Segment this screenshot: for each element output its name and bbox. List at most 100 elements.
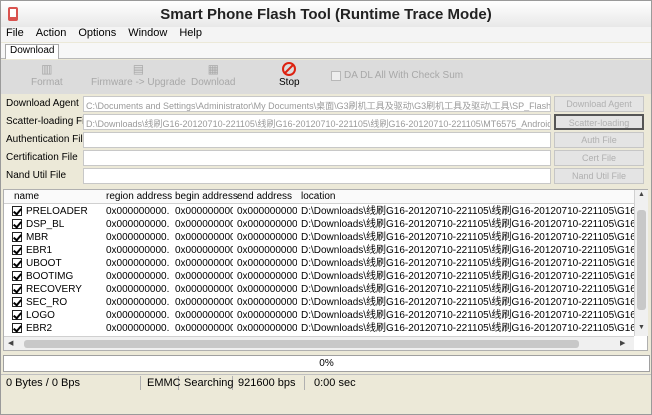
cell-begin-address: 0x000000000... (175, 310, 233, 321)
download-agent-button[interactable]: Download Agent (554, 96, 644, 112)
cell-end-address: 0x000000000... (237, 206, 297, 217)
download-agent-label: Download Agent (6, 98, 79, 109)
table-header: name region address begin address end ad… (4, 190, 634, 204)
stop-button[interactable]: Stop (279, 62, 300, 88)
table-row[interactable]: EBR1 0x000000000... 0x000000000... 0x000000… (4, 244, 634, 257)
row-checkbox[interactable] (12, 219, 22, 229)
cell-location: D:\Downloads\线刷G16-20120710-221105\线刷G16… (301, 232, 634, 243)
vertical-scroll-thumb[interactable] (637, 210, 646, 310)
cell-location: D:\Downloads\线刷G16-20120710-221105\线刷G16… (301, 206, 634, 217)
cell-location: D:\Downloads\线刷G16-20120710-221105\线刷G16… (301, 219, 634, 230)
nand-util-label: Nand Util File (6, 170, 67, 181)
table-row[interactable]: EBR2 0x000000000... 0x000000000... 0x000000… (4, 322, 634, 335)
row-checkbox[interactable] (12, 245, 22, 255)
cell-region-address: 0x000000000... (106, 206, 170, 217)
col-begin-address[interactable]: begin address (175, 191, 238, 202)
cell-end-address: 0x000000000... (237, 219, 297, 230)
horizontal-scrollbar[interactable]: ◀ ▶ (4, 336, 634, 350)
auth-file-input[interactable] (83, 132, 551, 148)
row-checkbox[interactable] (12, 232, 22, 242)
cell-begin-address: 0x000000000... (175, 271, 233, 282)
cell-name: DSP_BL (26, 219, 65, 230)
cell-region-address: 0x000000000... (106, 271, 170, 282)
toolbar: ▥ Format ▤ Firmware -> Upgrade ▦ Downloa… (1, 60, 651, 94)
cell-name: MBR (26, 232, 49, 243)
scroll-right-icon[interactable]: ▶ (620, 339, 625, 347)
table-row[interactable]: SEC_RO 0x000000000... 0x000000000... 0x0000… (4, 296, 634, 309)
table-row[interactable]: UBOOT 0x000000000... 0x000000000... 0x00000… (4, 257, 634, 270)
cell-begin-address: 0x000000000... (175, 219, 233, 230)
status-bar: 0 Bytes / 0 Bps EMMC Searching 921600 bp… (1, 374, 651, 390)
nand-util-input[interactable] (83, 168, 551, 184)
scroll-up-icon[interactable]: ▲ (638, 191, 645, 198)
row-checkbox[interactable] (12, 206, 22, 216)
cell-region-address: 0x000000000... (106, 323, 170, 334)
scroll-left-icon[interactable]: ◀ (8, 339, 13, 347)
download-button[interactable]: ▦ Download (191, 62, 235, 88)
cell-location: D:\Downloads\线刷G16-20120710-221105\线刷G16… (301, 271, 634, 282)
cell-name: BOOTIMG (26, 271, 74, 282)
table-row[interactable]: PRELOADER 0x000000000... 0x000000000... 0x0… (4, 205, 634, 218)
title-bar: Smart Phone Flash Tool (Runtime Trace Mo… (1, 1, 651, 27)
cert-file-input[interactable] (83, 150, 551, 166)
status-bytes: 0 Bytes / 0 Bps (3, 376, 141, 390)
nand-util-button[interactable]: Nand Util File (554, 168, 644, 184)
cell-begin-address: 0x000000000... (175, 232, 233, 243)
cell-location: D:\Downloads\线刷G16-20120710-221105\线刷G16… (301, 258, 634, 269)
menu-window[interactable]: Window (128, 27, 167, 42)
row-checkbox[interactable] (12, 323, 22, 333)
row-checkbox[interactable] (12, 284, 22, 294)
firmware-upgrade-button[interactable]: ▤ Firmware -> Upgrade (91, 62, 186, 88)
cell-end-address: 0x000000000... (237, 271, 297, 282)
cell-begin-address: 0x000000000... (175, 323, 233, 334)
cell-end-address: 0x000000000... (237, 258, 297, 269)
auth-file-row: Authentication File Auth File (3, 131, 649, 149)
auth-file-button[interactable]: Auth File (554, 132, 644, 148)
firmware-upgrade-label: Firmware -> Upgrade (91, 77, 186, 88)
vertical-scrollbar[interactable]: ▲ ▼ (634, 190, 648, 336)
table-row[interactable]: LOGO 0x000000000... 0x000000000... 0x000000… (4, 309, 634, 322)
scatter-file-label: Scatter-loading File (6, 116, 93, 127)
row-checkbox[interactable] (12, 258, 22, 268)
scroll-down-icon[interactable]: ▼ (638, 324, 645, 331)
progress-label: 0% (319, 358, 334, 369)
menu-options[interactable]: Options (78, 27, 116, 42)
format-button[interactable]: ▥ Format (31, 62, 63, 88)
table-body: PRELOADER 0x000000000... 0x000000000... 0x0… (4, 205, 634, 335)
table-row[interactable]: DSP_BL 0x000000000... 0x000000000... 0x0000… (4, 218, 634, 231)
checkbox-box (331, 70, 341, 81)
cell-name: EBR2 (26, 323, 53, 334)
cell-region-address: 0x000000000... (106, 297, 170, 308)
col-region-address[interactable]: region address (106, 191, 172, 202)
menu-file[interactable]: File (6, 27, 24, 42)
table-row[interactable]: BOOTIMG 0x000000000... 0x000000000... 0x000… (4, 270, 634, 283)
table-row[interactable]: MBR 0x000000000... 0x000000000... 0x0000000… (4, 231, 634, 244)
checksum-checkbox[interactable]: DA DL All With Check Sum (331, 70, 463, 81)
tab-download[interactable]: Download (5, 44, 60, 59)
stop-icon (282, 62, 297, 76)
horizontal-scroll-thumb[interactable] (24, 340, 579, 348)
cell-location: D:\Downloads\线刷G16-20120710-221105\线刷G16… (301, 310, 634, 321)
table-row[interactable]: RECOVERY 0x000000000... 0x000000000... 0x00… (4, 283, 634, 296)
row-checkbox[interactable] (12, 310, 22, 320)
col-location[interactable]: location (301, 191, 335, 202)
download-agent-input[interactable]: C:\Documents and Settings\Administrator\… (83, 96, 551, 112)
col-end-address[interactable]: end address (237, 191, 292, 202)
download-icon: ▦ (207, 62, 219, 76)
cell-name: LOGO (26, 310, 55, 321)
cell-end-address: 0x000000000... (237, 232, 297, 243)
progress-bar: 0% (3, 355, 650, 372)
cell-begin-address: 0x000000000... (175, 297, 233, 308)
scatter-file-button[interactable]: Scatter-loading (554, 114, 644, 130)
row-checkbox[interactable] (12, 297, 22, 307)
format-label: Format (31, 77, 63, 88)
row-checkbox[interactable] (12, 271, 22, 281)
menu-action[interactable]: Action (36, 27, 67, 42)
cell-location: D:\Downloads\线刷G16-20120710-221105\线刷G16… (301, 245, 634, 256)
cert-file-button[interactable]: Cert File (554, 150, 644, 166)
checksum-label: DA DL All With Check Sum (344, 70, 464, 81)
window-title: Smart Phone Flash Tool (Runtime Trace Mo… (160, 6, 492, 23)
scatter-file-input[interactable]: D:\Downloads\线刷G16-20120710-221105\线刷G16… (83, 114, 551, 130)
menu-help[interactable]: Help (179, 27, 202, 42)
col-name[interactable]: name (14, 191, 39, 202)
